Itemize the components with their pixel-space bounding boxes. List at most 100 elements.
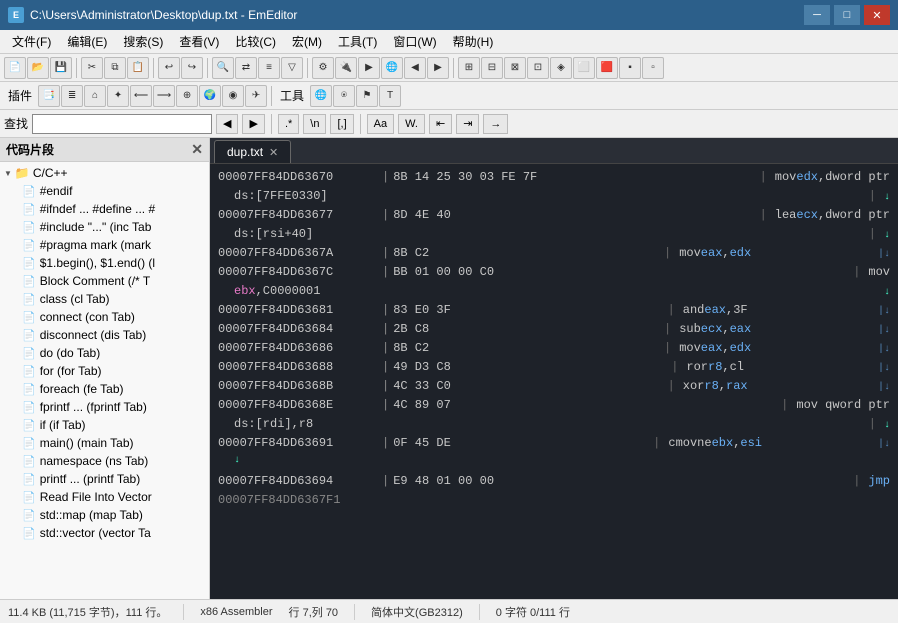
open-button[interactable]: 📂 <box>27 57 49 79</box>
new-button[interactable]: 📄 <box>4 57 26 79</box>
tool-btn4[interactable]: T <box>379 85 401 107</box>
plugin-btn8[interactable]: 🌍 <box>199 85 221 107</box>
asm-line-6: 00007FF84DD6367C | BB 01 00 00 C0 | mov <box>218 263 890 282</box>
menu-window[interactable]: 窗口(W) <box>385 31 444 52</box>
plugin-button[interactable]: 🔌 <box>335 57 357 79</box>
tb-btn-extra5[interactable]: ◈ <box>550 57 572 79</box>
tb-btn-extra9[interactable]: ▫ <box>642 57 664 79</box>
maximize-button[interactable]: □ <box>834 5 860 25</box>
editor-content[interactable]: 00007FF84DD63670 | 8B 14 25 30 03 FE 7F … <box>210 164 898 599</box>
tb-btn-extra1[interactable]: ⊞ <box>458 57 480 79</box>
plugin-btn9[interactable]: ◉ <box>222 85 244 107</box>
sidebar-item-14[interactable]: 📄 main() (main Tab) <box>0 434 209 452</box>
menu-view[interactable]: 查看(V) <box>171 31 227 52</box>
snippet-icon: 📄 <box>22 401 36 414</box>
prev-button[interactable]: ◀ <box>404 57 426 79</box>
cut-button[interactable]: ✂ <box>81 57 103 79</box>
sidebar-item-read-file[interactable]: 📄 Read File Into Vector <box>0 488 209 506</box>
sidebar-item-4[interactable]: 📄 $1.begin(), $1.end() (l <box>0 254 209 272</box>
plugin-btn5[interactable]: ⟵ <box>130 85 152 107</box>
sidebar-item-block-comment[interactable]: 📄 Block Comment (/* T <box>0 272 209 290</box>
browser-button[interactable]: 🌐 <box>381 57 403 79</box>
sidebar-item-15[interactable]: 📄 namespace (ns Tab) <box>0 452 209 470</box>
menu-edit[interactable]: 编辑(E) <box>59 31 115 52</box>
plugin-btn1[interactable]: 📑 <box>38 85 60 107</box>
find-prev-btn[interactable]: ◀ <box>216 114 238 134</box>
next-button[interactable]: ▶ <box>427 57 449 79</box>
find-aa[interactable]: Aa <box>367 114 394 134</box>
sidebar-tree: ▼ 📁 C/C++ 📄 #endif 📄 #ifndef ... #define… <box>0 162 209 599</box>
tb-btn-extra3[interactable]: ⊠ <box>504 57 526 79</box>
bytes-6: BB 01 00 00 C0 <box>393 263 533 281</box>
tab-dup-txt[interactable]: dup.txt ✕ <box>214 140 291 163</box>
tool-btn2[interactable]: ⍟ <box>333 85 355 107</box>
plugin-btn7[interactable]: ⊕ <box>176 85 198 107</box>
reg-10b: edx <box>730 339 752 357</box>
tab-close-icon[interactable]: ✕ <box>269 146 278 159</box>
undo-button[interactable]: ↩ <box>158 57 180 79</box>
sidebar-item-9[interactable]: 📄 do (do Tab) <box>0 344 209 362</box>
find-button[interactable]: 🔍 <box>212 57 234 79</box>
find-arrows2[interactable]: ⇥ <box>456 114 479 134</box>
plugin-btn2[interactable]: ≣ <box>61 85 83 107</box>
sidebar-item-18[interactable]: 📄 std::map (map Tab) <box>0 506 209 524</box>
filter-button[interactable]: ▽ <box>281 57 303 79</box>
sidebar-item-10[interactable]: 📄 for (for Tab) <box>0 362 209 380</box>
snippet-label: class (cl Tab) <box>40 292 110 306</box>
menu-macro[interactable]: 宏(M) <box>284 31 330 52</box>
sidebar-item-6[interactable]: 📄 class (cl Tab) <box>0 290 209 308</box>
find-opt2[interactable]: \n <box>303 114 326 134</box>
menu-search[interactable]: 搜索(S) <box>115 31 171 52</box>
snippet-label: main() (main Tab) <box>40 436 134 450</box>
tree-root-cpp[interactable]: ▼ 📁 C/C++ <box>0 164 209 182</box>
sidebar-item-3[interactable]: 📄 #pragma mark (mark <box>0 236 209 254</box>
asm-line-4: ds:[rsi+40] | ↓ <box>218 225 890 244</box>
close-button[interactable]: ✕ <box>864 5 890 25</box>
snippet-icon: 📄 <box>22 275 36 288</box>
sidebar-item-12[interactable]: 📄 fprintf ... (fprintf Tab) <box>0 398 209 416</box>
sidebar-item-11[interactable]: 📄 foreach (fe Tab) <box>0 380 209 398</box>
find-opt3[interactable]: [,] <box>330 114 353 134</box>
minimize-button[interactable]: ─ <box>804 5 830 25</box>
replace-button[interactable]: ⇄ <box>235 57 257 79</box>
sep-bar-6: | <box>382 263 389 281</box>
find-arrows3[interactable]: → <box>483 114 508 134</box>
copy-button[interactable]: ⧉ <box>104 57 126 79</box>
find-input[interactable] <box>32 114 212 134</box>
sidebar-close-button[interactable]: ✕ <box>191 141 203 158</box>
menu-help[interactable]: 帮助(H) <box>445 31 502 52</box>
save-button[interactable]: 💾 <box>50 57 72 79</box>
sidebar-item-19[interactable]: 📄 std::vector (vector Ta <box>0 524 209 542</box>
tb-btn-extra4[interactable]: ⊡ <box>527 57 549 79</box>
findall-button[interactable]: ≡ <box>258 57 280 79</box>
plugin-btn4[interactable]: ✦ <box>107 85 129 107</box>
paste-button[interactable]: 📋 <box>127 57 149 79</box>
plugin-btn3[interactable]: ⌂ <box>84 85 106 107</box>
plugin-btn6[interactable]: ⟶ <box>153 85 175 107</box>
menu-compare[interactable]: 比较(C) <box>227 31 284 52</box>
macro-button[interactable]: ⚙ <box>312 57 334 79</box>
find-arrows1[interactable]: ⇤ <box>429 114 452 134</box>
redo-button[interactable]: ↪ <box>181 57 203 79</box>
tb-btn-extra2[interactable]: ⊟ <box>481 57 503 79</box>
find-word[interactable]: W. <box>398 114 425 134</box>
tb-btn-extra8[interactable]: ▪ <box>619 57 641 79</box>
menu-tools[interactable]: 工具(T) <box>330 31 385 52</box>
tb-btn-extra7[interactable]: 🟥 <box>596 57 618 79</box>
sidebar-item-1[interactable]: 📄 #ifndef ... #define ... # <box>0 200 209 218</box>
menu-file[interactable]: 文件(F) <box>4 31 59 52</box>
plugin-btn10[interactable]: ✈ <box>245 85 267 107</box>
tool-btn1[interactable]: 🌐 <box>310 85 332 107</box>
sidebar-item-13[interactable]: 📄 if (if Tab) <box>0 416 209 434</box>
sidebar-item-16[interactable]: 📄 printf ... (printf Tab) <box>0 470 209 488</box>
sidebar-item-2[interactable]: 📄 #include "..." (inc Tab <box>0 218 209 236</box>
sidebar-item-7[interactable]: 📄 connect (con Tab) <box>0 308 209 326</box>
run-button[interactable]: ▶ <box>358 57 380 79</box>
tb-btn-extra6[interactable]: ⬜ <box>573 57 595 79</box>
find-opt1[interactable]: .* <box>278 114 299 134</box>
sidebar-item-0[interactable]: 📄 #endif <box>0 182 209 200</box>
pipe-1: | <box>760 168 767 186</box>
sidebar-item-8[interactable]: 📄 disconnect (dis Tab) <box>0 326 209 344</box>
find-next-btn[interactable]: ▶ <box>242 114 264 134</box>
tool-btn3[interactable]: ⚑ <box>356 85 378 107</box>
